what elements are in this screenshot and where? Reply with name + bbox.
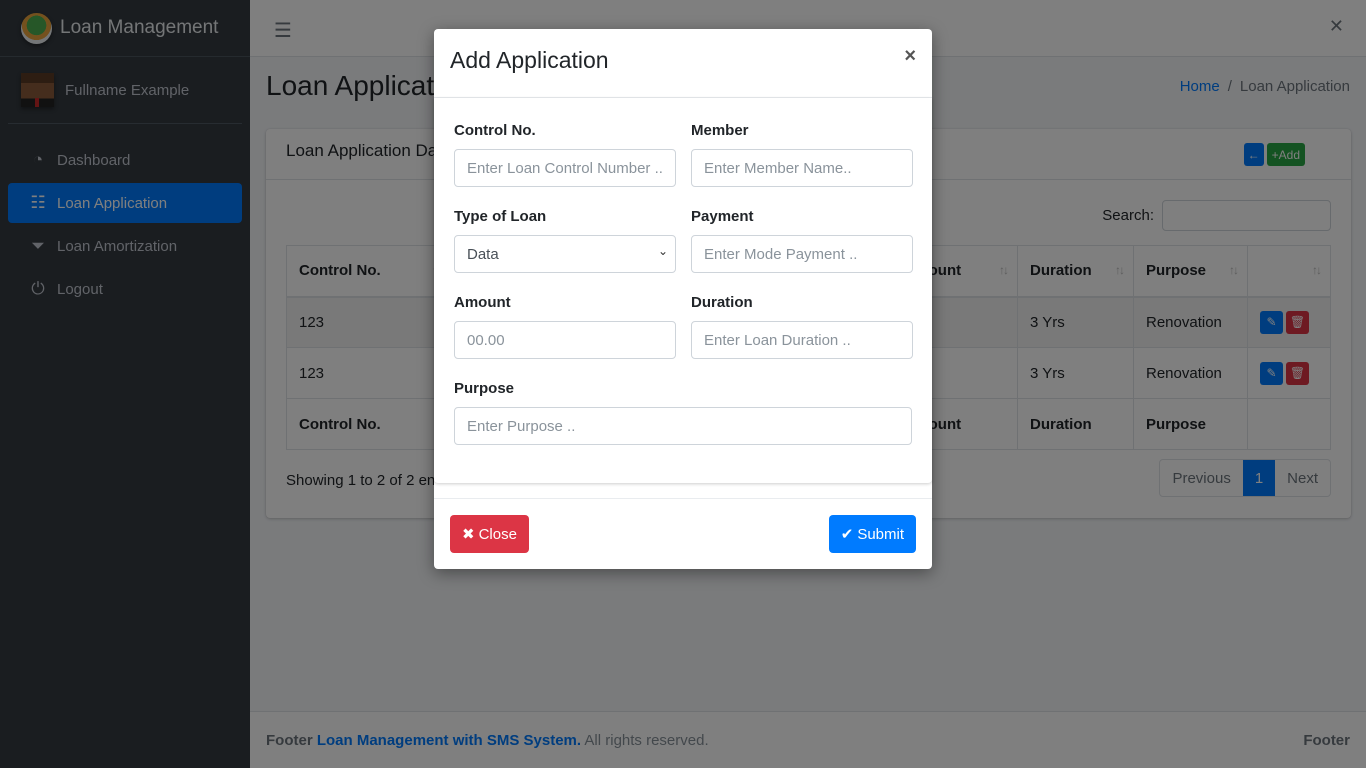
control-no-label: Control No. — [454, 122, 536, 139]
member-input[interactable] — [691, 149, 913, 187]
payment-input[interactable] — [691, 235, 913, 273]
duration-input[interactable] — [691, 321, 913, 359]
loan-type-group: Type of Loan Data ⌄ — [454, 208, 676, 273]
control-no-group: Control No. — [454, 122, 676, 187]
add-application-modal: Add Application × Control No. Member Typ… — [434, 29, 932, 569]
amount-label: Amount — [454, 294, 511, 311]
close-button-label: Close — [478, 525, 517, 543]
submit-button[interactable]: ✔ Submit — [828, 515, 916, 553]
modal-body: Control No. Member Type of Loan Data ⌄ P… — [434, 98, 932, 483]
check-icon: ✔ — [840, 526, 854, 543]
submit-button-label: Submit — [857, 525, 904, 543]
purpose-label: Purpose — [454, 380, 515, 397]
payment-label: Payment — [691, 208, 754, 225]
close-icon[interactable]: × — [904, 45, 916, 68]
purpose-group: Purpose — [454, 380, 912, 445]
close-button[interactable]: ✖ Close — [450, 515, 529, 553]
x-icon: ✖ — [462, 526, 475, 543]
loan-type-select[interactable]: Data — [454, 235, 676, 273]
modal-title: Add Application — [450, 47, 609, 73]
modal-header: Add Application × — [434, 29, 932, 98]
duration-group: Duration — [691, 294, 913, 359]
purpose-input[interactable] — [454, 407, 912, 445]
amount-input[interactable] — [454, 321, 676, 359]
duration-label: Duration — [691, 294, 753, 311]
member-group: Member — [691, 122, 913, 187]
control-no-input[interactable] — [454, 149, 676, 187]
payment-group: Payment — [691, 208, 913, 273]
loan-type-label: Type of Loan — [454, 208, 547, 225]
amount-group: Amount — [454, 294, 676, 359]
modal-footer: ✖ Close ✔ Submit — [434, 498, 932, 569]
member-label: Member — [691, 122, 749, 139]
